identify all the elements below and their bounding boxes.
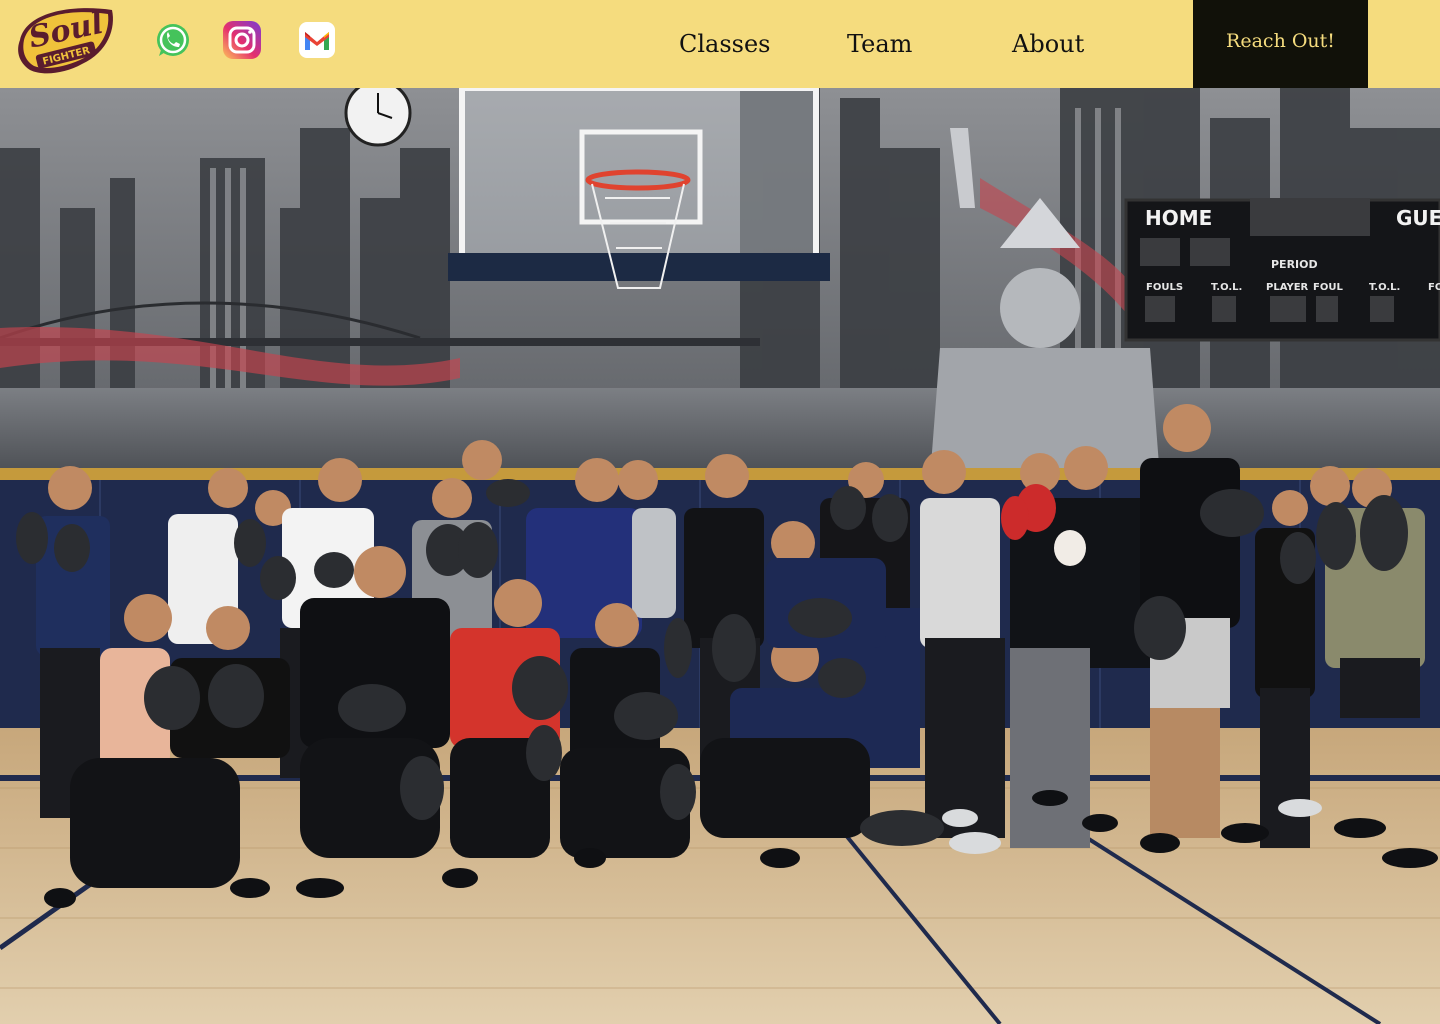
scoreboard: HOME GUES PERIOD FOULS T.O.L. PLAYER FOU…: [1124, 198, 1440, 342]
gmail-icon: [299, 22, 335, 58]
scoreboard-period-label: PERIOD: [1271, 258, 1318, 271]
hero-group-photo: HOME GUES PERIOD FOULS T.O.L. PLAYER FOU…: [0, 88, 1440, 1024]
nav-link-about[interactable]: About: [1012, 26, 1084, 62]
nav-link-team[interactable]: Team: [847, 26, 912, 62]
instagram-link[interactable]: [222, 20, 262, 60]
site-header: Soul FIGHTER Classes Team About Reach Ou…: [0, 0, 1440, 88]
scoreboard-foul-label: FOUL: [1313, 282, 1343, 293]
reach-out-button[interactable]: Reach Out!: [1193, 0, 1368, 88]
nav-link-classes[interactable]: Classes: [679, 26, 771, 62]
scoreboard-player-label: PLAYER: [1266, 282, 1309, 293]
scoreboard-tol-label-left: T.O.L.: [1211, 282, 1242, 293]
soul-fighter-logo[interactable]: Soul FIGHTER: [12, 2, 120, 80]
scoreboard-home-label: HOME: [1145, 206, 1212, 230]
scoreboard-fouls-label: FOULS: [1146, 282, 1183, 293]
whatsapp-icon: [157, 24, 189, 56]
whatsapp-link[interactable]: [153, 20, 193, 60]
basketball-hoop: [448, 88, 830, 289]
instagram-icon: [223, 21, 261, 59]
gmail-link[interactable]: [297, 20, 337, 60]
scoreboard-tol-label-right: T.O.L.: [1369, 282, 1400, 293]
wall-clock: [344, 88, 412, 147]
scoreboard-guest-label: GUES: [1396, 206, 1440, 230]
scoreboard-fo-label: FO: [1428, 282, 1440, 293]
